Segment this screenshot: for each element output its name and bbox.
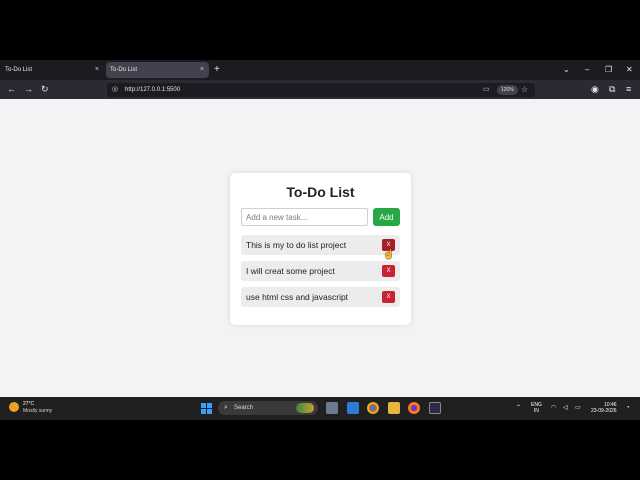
task-item: This is my to do list project X: [241, 235, 400, 255]
reader-view-icon[interactable]: ▭: [483, 84, 490, 96]
region-code: IN: [533, 408, 539, 414]
task-item: I will creat some project X: [241, 261, 400, 281]
task-text: This is my to do list project: [246, 240, 347, 250]
show-hidden-icons-icon[interactable]: ⌃: [516, 397, 521, 420]
back-icon[interactable]: ←: [7, 82, 16, 97]
extensions-icon[interactable]: ⧉: [609, 82, 615, 97]
clock-date: 23-09-2026: [591, 408, 617, 414]
task-text: I will creat some project: [246, 266, 335, 276]
firefox-icon[interactable]: [408, 402, 420, 414]
taskbar-search[interactable]: ⌕ Search: [218, 401, 318, 415]
battery-icon[interactable]: ▭: [575, 397, 581, 420]
tab-list-icon[interactable]: ⌄: [563, 62, 570, 78]
browser-tab-strip: To-Do List × To-Do List × + ⌄ – ❐ ✕: [0, 60, 640, 80]
add-task-button[interactable]: Add: [373, 208, 400, 226]
chrome-icon[interactable]: [367, 402, 379, 414]
file-explorer-icon[interactable]: [388, 402, 400, 414]
zoom-level-badge[interactable]: 120%: [497, 85, 518, 95]
delete-task-button[interactable]: X: [382, 265, 395, 277]
task-item: use html css and javascript X: [241, 287, 400, 307]
site-info-icon[interactable]: ◎: [112, 84, 118, 96]
minimize-icon[interactable]: –: [585, 62, 589, 78]
close-tab-icon[interactable]: ×: [200, 62, 204, 78]
search-icon: ⌕: [224, 404, 228, 411]
browser-tab[interactable]: To-Do List ×: [1, 62, 104, 78]
system-clock[interactable]: 10:46 23-09-2026: [591, 402, 617, 414]
close-tab-icon[interactable]: ×: [95, 62, 99, 78]
task-text: use html css and javascript: [246, 292, 349, 302]
hand-cursor-icon: ☝: [383, 249, 395, 259]
new-tab-button[interactable]: +: [214, 62, 220, 78]
reload-icon[interactable]: ↻: [41, 82, 49, 97]
sun-icon: [9, 402, 19, 412]
search-label: Search: [234, 405, 254, 411]
windows-taskbar: 27°C Mostly sunny ⌕ Search ⌃ ENG IN ◠ ◁ …: [0, 397, 640, 420]
browser-nav-bar: ← → ↻ ◎ http://127.0.0.1:5500 ▭ 120% ☆ ◉…: [0, 80, 640, 99]
url-text[interactable]: http://127.0.0.1:5500: [125, 83, 180, 97]
page-viewport: To-Do List Add This is my to do list pro…: [0, 99, 640, 397]
account-icon[interactable]: ◉: [591, 82, 599, 97]
vscode-icon[interactable]: [347, 402, 359, 414]
windows-start-icon[interactable]: [201, 403, 212, 414]
app-icon[interactable]: [429, 402, 441, 414]
menu-icon[interactable]: ≡: [626, 82, 631, 97]
new-task-input[interactable]: [241, 208, 368, 226]
screen: To-Do List × To-Do List × + ⌄ – ❐ ✕ ← → …: [0, 60, 640, 420]
browser-tab-active[interactable]: To-Do List ×: [106, 62, 209, 78]
weather-temperature: 27°C: [23, 401, 35, 407]
notification-bell-icon[interactable]: ◔: [626, 397, 630, 420]
delete-task-button[interactable]: X: [382, 291, 395, 303]
tab-title: To-Do List: [5, 67, 33, 73]
url-bar[interactable]: ◎ http://127.0.0.1:5500 ▭ 120% ☆: [107, 83, 535, 97]
volume-icon[interactable]: ◁: [563, 397, 568, 420]
close-window-icon[interactable]: ✕: [626, 62, 633, 78]
language-indicator[interactable]: ENG IN: [531, 402, 542, 414]
tab-title: To-Do List: [110, 67, 138, 73]
maximize-icon[interactable]: ❐: [605, 62, 612, 78]
bookmark-star-icon[interactable]: ☆: [521, 83, 528, 97]
weather-condition: Mostly sunny: [23, 408, 53, 414]
forward-icon[interactable]: →: [24, 82, 33, 97]
app-title: To-Do List: [286, 184, 355, 200]
search-highlight-icon: [296, 403, 314, 413]
task-view-icon[interactable]: [326, 402, 338, 414]
wifi-icon[interactable]: ◠: [551, 397, 556, 420]
task-list: This is my to do list project X I will c…: [241, 235, 400, 313]
